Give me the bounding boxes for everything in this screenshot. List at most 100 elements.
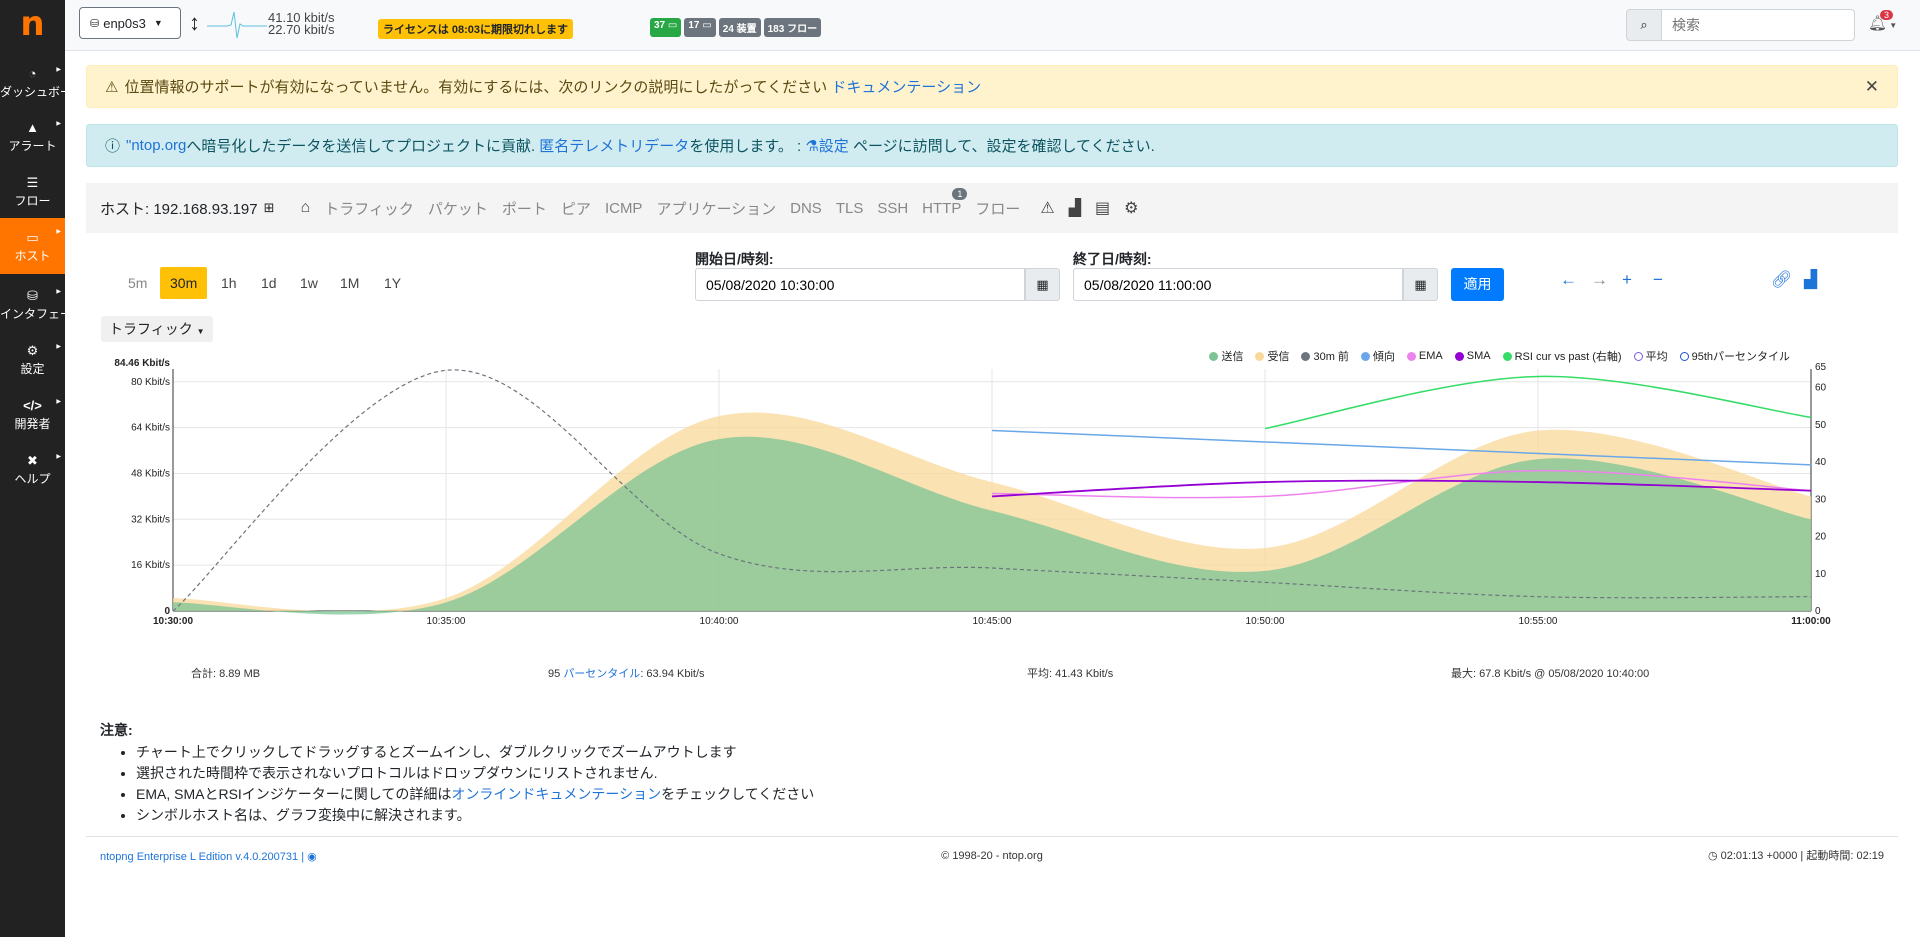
range-1Y[interactable]: 1Y [384, 267, 401, 299]
line-series-trend [991, 429, 1812, 466]
tab-http[interactable]: HTTP 1 [922, 187, 968, 217]
sidebar-label: フロー [14, 194, 51, 208]
note-text: をチェックしてください [661, 786, 815, 802]
start-datetime-input[interactable] [695, 268, 1025, 301]
tab-ports[interactable]: ポート [502, 198, 547, 219]
tab-applications[interactable]: アプリケーション [656, 198, 776, 219]
caret-right-icon: ▶ [56, 289, 61, 295]
uptime-text: 02:01:13 +0000 | 起動時間: 02:19 [1720, 850, 1884, 862]
info-text: へ暗号化したデータを送信してプロジェクトに貢献. [186, 138, 536, 155]
range-1w[interactable]: 1w [300, 267, 318, 299]
range-30m[interactable]: 30m [160, 267, 208, 299]
devices-badge[interactable]: 24 装置 [718, 18, 761, 37]
sidebar-item-alerts[interactable]: ▲ アラート ▶ [0, 110, 65, 160]
y-right-tick-label: 50 [1815, 420, 1827, 431]
x-tick-label: 10:35:00 [427, 616, 466, 627]
y-right-tick-label: 10 [1815, 569, 1827, 580]
alerts-count-badge: 3 [1880, 10, 1894, 20]
documentation-link[interactable]: ドキュメンテーション [831, 76, 981, 97]
x-tick-label: 10:45:00 [973, 616, 1012, 627]
stat-percentile: 95 パーセンタイル: 63.94 Kbit/s [548, 665, 705, 681]
laptop-icon: ▭ [702, 20, 712, 31]
help-icon: ✖ [27, 453, 38, 468]
tab-tls[interactable]: TLS [836, 200, 864, 217]
traffic-chart[interactable]: 016 Kbit/s32 Kbit/s48 Kbit/s64 Kbit/s80 … [100, 340, 1860, 630]
hosts-badge[interactable]: 37 ▭ [650, 18, 682, 37]
counter-badges: 37 ▭ 17 ▭ 24 装置 183 フロー [650, 18, 822, 37]
tab-flows[interactable]: フロー [975, 198, 1020, 219]
http-count-badge: 1 [952, 187, 968, 200]
flows-badge[interactable]: 183 フロー [763, 18, 822, 37]
footer: ntopng Enterprise L Edition v.4.0.200731… [86, 836, 1898, 863]
arrow-left-icon[interactable]: ← [1560, 270, 1577, 290]
x-tick-label: 11:00:00 [1791, 616, 1831, 627]
sidebar-item-developer[interactable]: </> 開発者 ▶ [0, 388, 65, 438]
sidebar-label: ホスト [14, 249, 51, 263]
tab-icmp[interactable]: ICMP [605, 200, 643, 217]
tab-packets[interactable]: パケット [428, 198, 488, 219]
laptop-icon: ▭ [667, 20, 678, 31]
tab-dns[interactable]: DNS [790, 200, 822, 217]
network-tree-icon[interactable]: ⊞ [264, 200, 275, 216]
tab-peers[interactable]: ピア [561, 198, 591, 219]
sidebar-item-hosts[interactable]: ▭ ホスト ▶ [0, 218, 65, 274]
sidebar-item-help[interactable]: ✖ ヘルプ ▶ [0, 443, 65, 493]
y-right-tick-label: 20 [1815, 532, 1827, 543]
rate-down: 22.70 kbit/s [268, 22, 335, 37]
percentile-link[interactable]: パーセンタイル [563, 668, 640, 680]
calendar-icon[interactable]: ▦ [1025, 268, 1060, 301]
clock-icon: ◷ [1707, 850, 1718, 862]
calendar-icon[interactable]: ▦ [1403, 268, 1438, 301]
area-chart-icon[interactable]: ▟ [1804, 270, 1817, 290]
end-datetime-input[interactable] [1073, 268, 1403, 301]
note-item: 選択された時間枠で表示されないプロトコルはドロップダウンにリストされません. [136, 763, 814, 784]
gear-icon[interactable]: ⚙ [1124, 198, 1138, 218]
hosts-count: 37 [654, 20, 666, 31]
stat-total: 合計: 8.89 MB [191, 668, 261, 680]
range-1d[interactable]: 1d [261, 267, 277, 299]
start-label: 開始日/時刻: [695, 251, 774, 267]
gauge-icon: ◔ [28, 66, 37, 81]
close-icon[interactable]: ✕ [1865, 77, 1879, 97]
file-icon[interactable]: ▤ [1095, 198, 1110, 218]
range-1h[interactable]: 1h [221, 267, 237, 299]
y-right-tick-label: 40 [1815, 457, 1827, 468]
telemetry-link[interactable]: 匿名テレメトリデータ [539, 135, 689, 156]
settings-link[interactable]: ⚗設定 [805, 135, 848, 156]
y-tick-label: 64 Kbit/s [131, 423, 170, 434]
tab-traffic[interactable]: トラフィック [324, 198, 414, 219]
area-chart-icon[interactable]: ▟ [1069, 198, 1081, 218]
range-1M[interactable]: 1M [340, 267, 359, 299]
sidebar-item-dashboard[interactable]: ◔ ダッシュボード ▶ [0, 56, 84, 106]
license-badge[interactable]: ライセンスは 08:03に期限切れします [378, 19, 573, 39]
zoom-out-icon[interactable]: − [1653, 270, 1663, 290]
sidebar-item-settings[interactable]: ⚙ 設定 ▶ [0, 333, 65, 383]
caret-right-icon: ▶ [56, 229, 61, 235]
warning-icon: ⚠ [105, 78, 119, 96]
note-item: EMA, SMAとRSIインジケーターに関しての詳細はオンラインドキュメンテーシ… [136, 784, 814, 805]
traffic-sparkline [207, 11, 267, 39]
local-hosts-badge[interactable]: 17 ▭ [684, 18, 716, 37]
tab-ssh[interactable]: SSH [877, 200, 908, 217]
apply-button[interactable]: 適用 [1451, 268, 1504, 301]
search-button[interactable]: ⌕ [1626, 9, 1662, 41]
caret-right-icon: ▶ [56, 121, 61, 127]
search-input[interactable] [1662, 9, 1855, 41]
y-right-tick-label: 30 [1815, 494, 1827, 505]
interface-select[interactable]: ⛁ enp0s3 ▼ [79, 7, 181, 39]
metric-select[interactable]: トラフィック ▼ [101, 316, 213, 342]
caret-down-icon: ▼ [196, 327, 205, 336]
home-icon[interactable]: ⌂ [301, 199, 311, 217]
range-5m[interactable]: 5m [128, 267, 147, 299]
online-docs-link[interactable]: オンラインドキュメンテーション [451, 786, 661, 802]
warning-icon[interactable]: ⚠ [1040, 198, 1054, 218]
caret-right-icon: ▶ [56, 454, 61, 460]
sidebar-item-flows[interactable]: ☰ フロー [0, 165, 65, 215]
zoom-in-icon[interactable]: + [1622, 270, 1632, 290]
sidebar-item-interfaces[interactable]: ⛁ インタフェース ▶ [0, 278, 83, 328]
arrow-right-icon[interactable]: → [1591, 270, 1608, 290]
geolocation-warning: ⚠ 位置情報のサポートが有効になっていません。有効にするには、次のリンクの説明に… [86, 65, 1898, 108]
link-icon[interactable]: 🔗︎ [1771, 270, 1793, 290]
ntop-logo[interactable]: n [0, 0, 65, 48]
ntop-link[interactable]: "ntop.org [126, 137, 186, 154]
